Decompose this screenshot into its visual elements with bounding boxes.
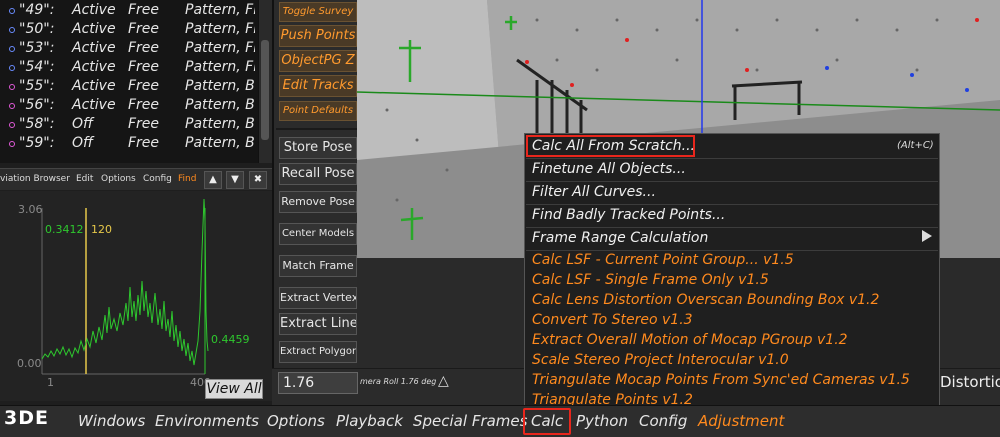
point-row[interactable]: "55": Active Free Pattern, B: [0, 78, 258, 97]
point-marker-icon: [9, 103, 15, 109]
highlight-box: [523, 408, 571, 435]
script-item[interactable]: Extract Overall Motion of Mocap PGroup v…: [532, 332, 848, 348]
script-item[interactable]: Calc Lens Distortion Overscan Bounding B…: [532, 292, 879, 308]
curve-browser-title: viation Browser: [0, 174, 70, 184]
point-marker-icon: [9, 65, 15, 71]
script-item[interactable]: Scale Stereo Project Interocular v1.0: [532, 352, 789, 368]
point-row[interactable]: "56": Active Free Pattern, B: [0, 97, 258, 116]
menu-separator: [526, 250, 938, 251]
point-marker-icon: [9, 141, 15, 147]
point-list: "49": Active Free Pattern, Fi "50": Acti…: [0, 0, 258, 163]
menu-playback[interactable]: Playback: [336, 412, 403, 430]
panel-divider: [276, 128, 362, 130]
frame-range-calculation-item[interactable]: Frame Range Calculation: [526, 227, 938, 249]
view-all-button[interactable]: View All: [205, 379, 263, 399]
cursor-frame: 120: [91, 223, 112, 236]
menu-edit[interactable]: Edit: [76, 174, 93, 184]
find-badly-tracked-points-item[interactable]: Find Badly Tracked Points...: [526, 204, 938, 226]
curve-graph[interactable]: 3.06 0.00 0.3412 120 0.4459 1 400: [0, 191, 272, 401]
menu-options[interactable]: Options: [267, 412, 325, 430]
menu-find[interactable]: Find: [178, 174, 196, 184]
point-marker-icon: [9, 27, 15, 33]
app-logo: 3DE: [4, 407, 49, 429]
slider-triangle-icon[interactable]: △: [438, 373, 449, 389]
menu-python[interactable]: Python: [576, 412, 628, 430]
match-frame-button[interactable]: Match Frame: [279, 255, 357, 277]
point-marker-icon: [9, 122, 15, 128]
objectpg-z-button[interactable]: ObjectPG Z: [279, 50, 357, 72]
remove-pose-button[interactable]: Remove Pose: [279, 191, 357, 213]
menu-special-frames[interactable]: Special Frames: [413, 412, 527, 430]
point-row[interactable]: "58": Off Free Pattern, B: [0, 116, 258, 135]
script-item[interactable]: Calc LSF - Single Frame Only v1.5: [532, 272, 769, 288]
point-row[interactable]: "54": Active Free Pattern, Fi: [0, 59, 258, 78]
camera-roll-label: mera Roll 1.76 deg: [360, 377, 437, 386]
store-pose-button[interactable]: Store Pose: [279, 137, 357, 159]
x-start-label: 1: [47, 376, 54, 389]
finetune-all-objects-item[interactable]: Finetune All Objects...: [526, 158, 938, 180]
point-marker-icon: [9, 84, 15, 90]
point-row[interactable]: "49": Active Free Pattern, Fi: [0, 2, 258, 21]
shortcut-label: (Alt+C): [897, 140, 934, 151]
cursor-value: 0.3412: [45, 223, 84, 236]
script-item[interactable]: Convert To Stereo v1.3: [532, 312, 693, 328]
curve-browser-toolbar: viation Browser Edit Options Config Find…: [0, 168, 272, 190]
y-top-label: 3.06: [18, 203, 43, 216]
highlight-box: [526, 135, 695, 157]
end-value: 0.4459: [211, 333, 250, 346]
menu-environments[interactable]: Environments: [155, 412, 259, 430]
distortion-label: Distortio: [940, 373, 1000, 391]
point-marker-icon: [9, 46, 15, 52]
point-defaults-button[interactable]: Point Defaults: [279, 101, 357, 121]
scrollbar-thumb[interactable]: [261, 40, 269, 140]
center-models-button[interactable]: Center Models: [279, 223, 357, 245]
menu-config[interactable]: Config: [639, 412, 687, 430]
extract-polygon-button[interactable]: Extract Polygon: [279, 341, 357, 363]
point-row[interactable]: "59": Off Free Pattern, B: [0, 135, 258, 154]
toggle-survey-button[interactable]: Toggle Survey: [279, 2, 357, 22]
point-marker-icon: [9, 8, 15, 14]
menu-adjustment[interactable]: Adjustment: [698, 412, 784, 430]
push-points-button[interactable]: Push Points: [279, 25, 357, 47]
extract-line-button[interactable]: Extract Line: [279, 313, 357, 335]
point-row[interactable]: "50": Active Free Pattern, Fi: [0, 21, 258, 40]
down-arrow-icon[interactable]: ▼: [226, 171, 244, 189]
up-arrow-icon[interactable]: ▲: [204, 171, 222, 189]
menu-config[interactable]: Config: [143, 174, 172, 184]
menu-options[interactable]: Options: [101, 174, 136, 184]
camera-roll-field[interactable]: 1.76: [278, 372, 358, 394]
chevron-right-icon: [922, 230, 932, 242]
close-icon[interactable]: ✖: [249, 171, 267, 189]
script-item[interactable]: Triangulate Mocap Points From Sync'ed Ca…: [532, 372, 910, 388]
edit-tracks-button[interactable]: Edit Tracks: [279, 75, 357, 97]
recall-pose-button[interactable]: Recall Pose: [279, 163, 357, 185]
script-item[interactable]: Calc LSF - Current Point Group... v1.5: [532, 252, 794, 268]
extract-vertex-button[interactable]: Extract Vertex: [279, 287, 357, 309]
menu-windows[interactable]: Windows: [78, 412, 145, 430]
filter-all-curves-item[interactable]: Filter All Curves...: [526, 181, 938, 203]
point-list-scrollbar[interactable]: [258, 0, 272, 163]
y-zero-label: 0.00: [17, 357, 42, 370]
point-row[interactable]: "53": Active Free Pattern, Fi: [0, 40, 258, 59]
